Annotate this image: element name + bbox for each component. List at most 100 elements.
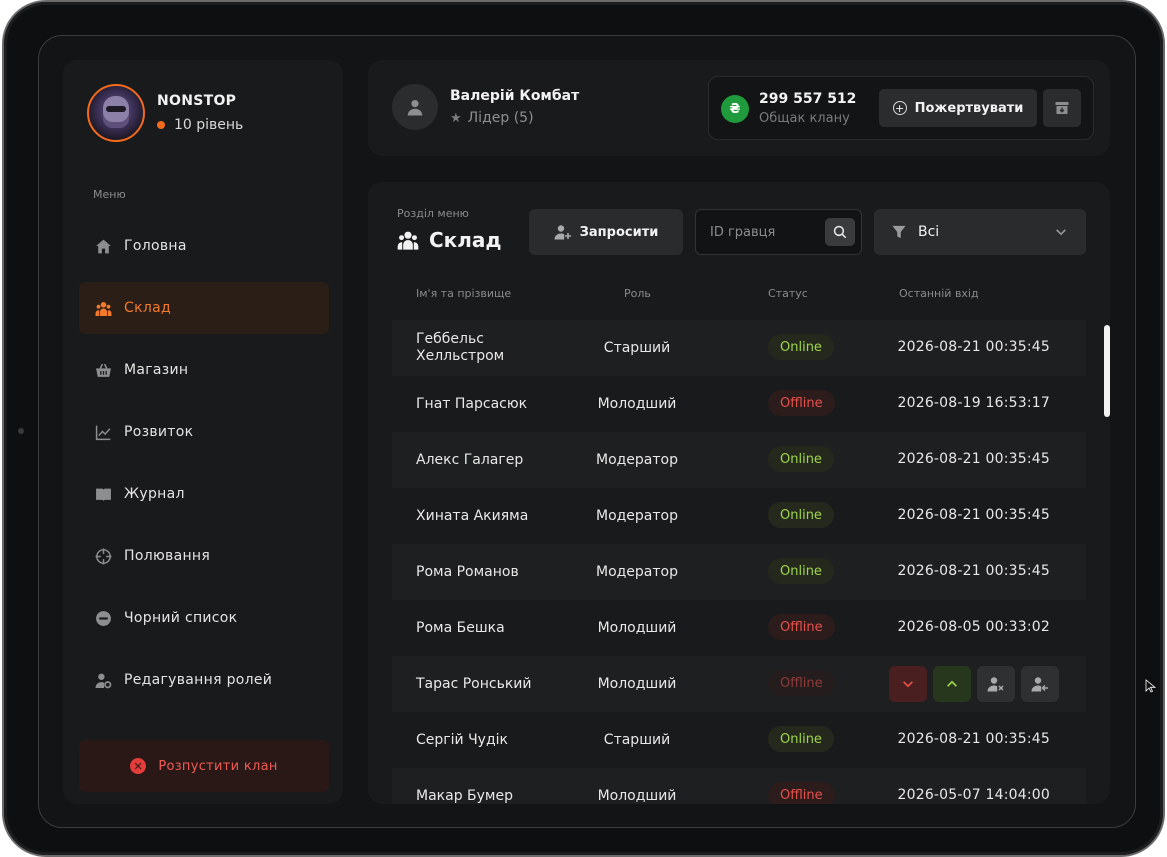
app-screen: NONSTOP 10 рівень Меню Головна Склад Маг… bbox=[38, 35, 1136, 828]
member-name: Алекс Галагер bbox=[416, 451, 524, 468]
role-filter-dropdown[interactable]: Всі bbox=[874, 209, 1086, 255]
plus-circle-icon: + bbox=[892, 101, 907, 115]
last-login: 2026-08-21 00:35:45 bbox=[897, 339, 1050, 355]
treasury-history-button[interactable] bbox=[1043, 89, 1081, 127]
sidebar-item-label: Полювання bbox=[124, 548, 211, 564]
sidebar-menu: Головна Склад Магазин Розвиток Журнал По… bbox=[79, 220, 329, 716]
player-id-search bbox=[695, 209, 862, 255]
chevron-down-icon bbox=[1056, 229, 1066, 236]
donate-button[interactable]: + Пожертвувати bbox=[879, 89, 1037, 127]
member-name: Рома Бешка bbox=[416, 619, 505, 636]
crosshair-icon bbox=[95, 548, 112, 565]
star-icon: ★ bbox=[450, 110, 462, 126]
sidebar-item-development[interactable]: Розвиток bbox=[79, 406, 329, 458]
clan-level: 10 рівень bbox=[157, 117, 243, 133]
member-name: Гнат Парсасюк bbox=[416, 395, 528, 412]
transfer-member-button[interactable] bbox=[1021, 666, 1059, 702]
disband-clan-button[interactable]: ✕ Розпустити клан bbox=[79, 740, 329, 792]
sidebar-item-label: Магазин bbox=[124, 362, 189, 378]
level-dot-icon bbox=[157, 121, 165, 129]
search-button[interactable] bbox=[825, 218, 855, 246]
last-login: 2026-08-21 00:35:45 bbox=[897, 451, 1050, 467]
sidebar-item-label: Журнал bbox=[124, 486, 185, 502]
invite-button[interactable]: Запросити bbox=[529, 209, 683, 255]
table-row[interactable]: Сергій Чудік Старший Online 2026-08-21 0… bbox=[392, 712, 1086, 768]
member-name: Хината Акияма bbox=[416, 507, 529, 524]
sidebar-item-team[interactable]: Склад bbox=[79, 282, 329, 334]
table-row-hovered[interactable]: Тарас Ронський Молодший Offline bbox=[392, 656, 1086, 712]
avatar-image bbox=[103, 96, 129, 128]
user-arrow-icon bbox=[1031, 677, 1048, 692]
table-row[interactable]: Макар Бумер Молодший Offline 2026-05-07 … bbox=[392, 768, 1086, 804]
disband-clan-label: Розпустити клан bbox=[158, 758, 278, 774]
chart-line-icon bbox=[95, 424, 112, 441]
column-header-name: Ім'я та прізвище bbox=[416, 287, 512, 300]
members-table: Геббельс Хелльстром Старший Online 2026-… bbox=[392, 320, 1086, 804]
sidebar-item-shop[interactable]: Магазин bbox=[79, 344, 329, 396]
chevron-up-icon bbox=[947, 680, 957, 687]
remove-user-icon bbox=[987, 677, 1004, 692]
promote-button[interactable] bbox=[933, 666, 971, 702]
member-role: Молодший bbox=[597, 788, 677, 804]
user-gear-icon bbox=[95, 672, 112, 689]
last-login: 2026-05-07 14:04:00 bbox=[897, 787, 1050, 803]
last-login: 2026-08-21 00:35:45 bbox=[897, 563, 1050, 579]
page-title-text: Склад bbox=[429, 228, 502, 252]
table-row[interactable]: Хината Акияма Модератор Online 2026-08-2… bbox=[392, 488, 1086, 544]
camera-dot bbox=[18, 428, 24, 434]
clan-treasury: ₴ 299 557 512 Общак клану + Пожертвувати bbox=[708, 76, 1094, 140]
archive-icon bbox=[1055, 102, 1069, 114]
block-icon bbox=[95, 610, 112, 627]
leader-avatar[interactable] bbox=[392, 84, 438, 130]
clan-avatar bbox=[87, 84, 145, 142]
filter-value: Всі bbox=[918, 224, 940, 240]
status-badge: Online bbox=[768, 334, 834, 360]
column-header-status: Статус bbox=[768, 287, 808, 300]
close-circle-icon: ✕ bbox=[130, 758, 147, 774]
chevron-down-icon bbox=[903, 681, 913, 688]
search-input[interactable] bbox=[710, 222, 820, 242]
table-row[interactable]: Рома Романов Модератор Online 2026-08-21… bbox=[392, 544, 1086, 600]
row-actions bbox=[889, 666, 1065, 702]
team-icon bbox=[397, 229, 419, 251]
table-row[interactable]: Рома Бешка Молодший Offline 2026-08-05 0… bbox=[392, 600, 1086, 656]
sidebar-item-blacklist[interactable]: Чорний список bbox=[79, 592, 329, 644]
sidebar-item-label: Склад bbox=[124, 300, 171, 316]
section-caption: Розділ меню bbox=[397, 207, 469, 220]
table-row[interactable]: Алекс Галагер Модератор Online 2026-08-2… bbox=[392, 432, 1086, 488]
status-badge: Online bbox=[768, 446, 834, 472]
invite-label: Запросити bbox=[579, 224, 659, 240]
clan-profile: NONSTOP 10 рівень bbox=[87, 84, 243, 142]
clan-level-text: 10 рівень bbox=[174, 117, 244, 133]
basket-icon bbox=[95, 362, 112, 379]
status-badge: Offline bbox=[768, 614, 835, 640]
sidebar-item-label: Головна bbox=[124, 238, 187, 254]
kick-member-button[interactable] bbox=[977, 666, 1015, 702]
scrollbar-thumb[interactable] bbox=[1104, 325, 1110, 417]
treasury-label: Общак клану bbox=[759, 111, 850, 126]
roster-panel: Розділ меню Склад Запросити Всі bbox=[368, 182, 1110, 804]
sidebar-item-label: Розвиток bbox=[124, 424, 194, 440]
table-row[interactable]: Геббельс Хелльстром Старший Online 2026-… bbox=[392, 320, 1086, 376]
status-badge: Online bbox=[768, 502, 834, 528]
demote-button[interactable] bbox=[889, 666, 927, 702]
donate-label: Пожертвувати bbox=[914, 100, 1024, 116]
sidebar-item-label: Редагування ролей bbox=[124, 672, 273, 688]
last-login: 2026-08-05 00:33:02 bbox=[897, 619, 1050, 635]
member-role: Молодший bbox=[597, 620, 677, 636]
last-login: 2026-08-21 00:35:45 bbox=[897, 731, 1050, 747]
leader-info: Валерій Комбат ★ Лідер (5) bbox=[450, 88, 579, 126]
sidebar-item-roles[interactable]: Редагування ролей bbox=[79, 654, 329, 706]
avatar-detail bbox=[106, 106, 126, 112]
sidebar-item-home[interactable]: Головна bbox=[79, 220, 329, 272]
add-user-icon bbox=[554, 225, 571, 240]
sidebar-item-hunting[interactable]: Полювання bbox=[79, 530, 329, 582]
sidebar-item-journal[interactable]: Журнал bbox=[79, 468, 329, 520]
header-panel: Валерій Комбат ★ Лідер (5) ₴ 299 557 512… bbox=[368, 60, 1110, 156]
table-row[interactable]: Гнат Парсасюк Молодший Offline 2026-08-1… bbox=[392, 376, 1086, 432]
status-badge: Offline bbox=[768, 670, 835, 696]
member-name: Рома Романов bbox=[416, 563, 519, 580]
member-role: Модератор bbox=[595, 564, 678, 580]
leader-role-text: Лідер (5) bbox=[467, 110, 534, 126]
search-icon bbox=[833, 225, 847, 239]
